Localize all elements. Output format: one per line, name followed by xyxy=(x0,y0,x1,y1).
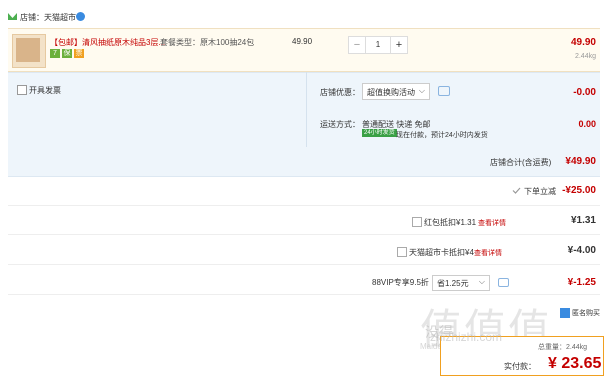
supermarket-card-checkbox[interactable] xyxy=(397,247,407,257)
supermarket-card-value: ¥-4.00 xyxy=(567,245,596,256)
discount-row xyxy=(8,236,600,265)
increase-quantity-button[interactable]: + xyxy=(390,37,407,53)
invoice-checkbox[interactable] xyxy=(17,85,27,95)
instant-discount-value: -¥25.00 xyxy=(562,185,596,196)
shipping-amount: 0.00 xyxy=(578,119,596,129)
payment-value: ¥ 23.65 xyxy=(548,355,602,372)
supermarket-card-label[interactable]: 天猫超市卡抵扣¥4 xyxy=(409,247,474,258)
tmall-logo-icon xyxy=(8,12,17,21)
comment-icon[interactable] xyxy=(498,278,509,287)
product-badges: 7保票 xyxy=(50,48,86,58)
invoice-label[interactable]: 开具发票 xyxy=(29,85,61,96)
product-title[interactable]: 【包邮】清风抽纸原木纯品3层... xyxy=(50,37,165,48)
shop-header xyxy=(0,0,610,28)
anonymous-checkbox[interactable] xyxy=(560,308,570,318)
chevron-down-icon: ⌵ xyxy=(478,277,485,286)
instant-discount-label: 下单立减 xyxy=(524,187,556,196)
chat-icon[interactable] xyxy=(76,12,85,21)
invoice-badge: 票 xyxy=(74,49,84,58)
shop-total-value: ¥49.90 xyxy=(565,156,596,167)
divider xyxy=(306,72,307,147)
anonymous-label[interactable]: 匿名购买 xyxy=(572,308,600,318)
discount-row xyxy=(8,206,600,235)
product-spec: 套餐类型：原木100抽24包 xyxy=(160,38,255,47)
guarantee-badge: 保 xyxy=(62,49,72,58)
product-thumbnail-image xyxy=(16,38,40,62)
promo-amount: -0.00 xyxy=(573,87,596,98)
decrease-quantity-button[interactable]: − xyxy=(349,37,366,53)
chevron-down-icon: ⌵ xyxy=(418,86,425,95)
vip-select-value: 省1.25元 xyxy=(437,279,469,288)
watermark-site: zhizhizhi.com xyxy=(430,330,503,344)
comment-icon[interactable] xyxy=(438,86,450,96)
item-weight: 2.44kg xyxy=(574,53,596,60)
promo-select-value: 超值换购活动 xyxy=(367,88,415,97)
promo-select[interactable]: 超值换购活动 ⌵ xyxy=(362,83,430,100)
order-options xyxy=(8,72,600,149)
shipping-note: 现在付款，预计24小时内发货 xyxy=(396,132,488,139)
shipping-label: 运送方式： xyxy=(320,120,360,129)
item-subtotal: 49.90 xyxy=(570,37,596,48)
seven-day-return-badge: 7 xyxy=(50,49,60,58)
red-packet-checkbox[interactable] xyxy=(412,217,422,227)
item-row xyxy=(8,28,600,72)
shipping-badge: 24小时发货 xyxy=(362,129,397,137)
payment-label: 实付款： xyxy=(504,362,536,371)
shop-name[interactable]: 店铺：天猫超市 xyxy=(20,12,76,23)
shop-total-label: 店铺合计(含运费) xyxy=(490,158,552,167)
discount-row xyxy=(8,266,600,295)
red-packet-details-link[interactable]: 查看详情 xyxy=(478,218,506,228)
vip-discount-label: 88VIP专享9.5折 xyxy=(372,278,429,287)
supermarket-card-details-link[interactable]: 查看详情 xyxy=(474,248,502,258)
vip-discount-value: ¥-1.25 xyxy=(567,277,596,288)
promo-label: 店铺优惠： xyxy=(320,88,360,97)
red-packet-label[interactable]: 红包抵扣¥1.31 xyxy=(424,217,476,228)
red-packet-value: ¥1.31 xyxy=(570,215,596,226)
vip-discount-select[interactable]: 省1.25元 ⌵ xyxy=(432,275,490,291)
total-weight: 总重量：2.44kg xyxy=(538,344,588,351)
unit-price: 49.90 xyxy=(292,37,313,46)
quantity-input[interactable]: 1 xyxy=(366,37,390,53)
check-icon xyxy=(512,186,521,195)
quantity-stepper[interactable]: − 1 + xyxy=(348,36,408,54)
